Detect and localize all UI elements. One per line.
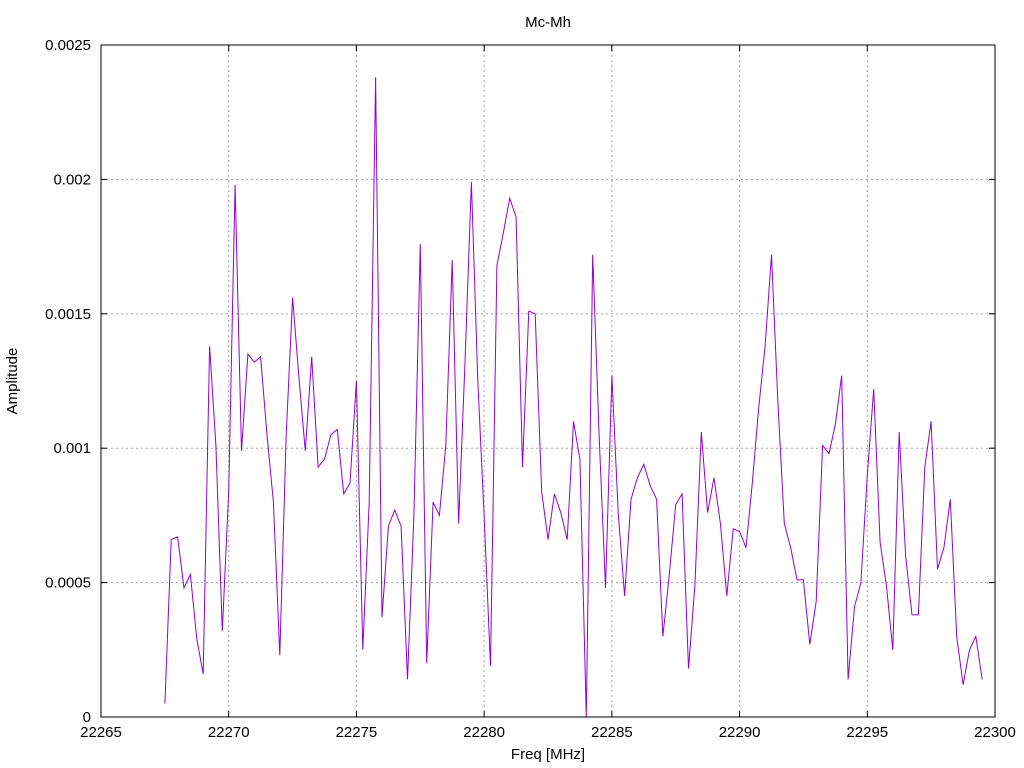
x-tick-label: 22280 — [463, 724, 505, 741]
plot-frame — [100, 44, 996, 718]
axis-ticks — [100, 44, 996, 718]
x-tick-label: 22285 — [591, 724, 633, 741]
y-tick-label: 0.0005 — [45, 575, 91, 592]
y-tick-label: 0.001 — [53, 440, 91, 457]
x-tick-label: 22265 — [80, 724, 122, 741]
amplitude-line-chart: Mc-Mh Freq [MHz] Amplitude 22265 22270 222… — [4, 14, 1016, 763]
y-tick-label: 0.0015 — [45, 306, 91, 323]
y-axis-label: Amplitude — [4, 348, 21, 415]
x-tick-labels: 22265 22270 22275 22280 22285 22290 22295 22300 — [80, 724, 1016, 741]
y-tick-labels: 0 0.0005 0.001 0.0015 0.002 0.0025 — [45, 37, 91, 726]
x-tick-label: 22295 — [846, 724, 888, 741]
x-axis-label: Freq [MHz] — [511, 746, 585, 763]
x-tick-label: 22275 — [336, 724, 378, 741]
x-tick-label: 22290 — [719, 724, 761, 741]
x-tick-label: 22300 — [974, 724, 1016, 741]
grid-lines — [101, 45, 995, 717]
chart-title: Mc-Mh — [525, 14, 571, 31]
series-layer — [164, 77, 983, 718]
series-line-0 — [164, 77, 983, 718]
x-tick-label: 22270 — [208, 724, 250, 741]
y-tick-label: 0.0025 — [45, 37, 91, 54]
y-tick-label: 0.002 — [53, 171, 91, 188]
y-tick-label: 0 — [83, 709, 91, 726]
